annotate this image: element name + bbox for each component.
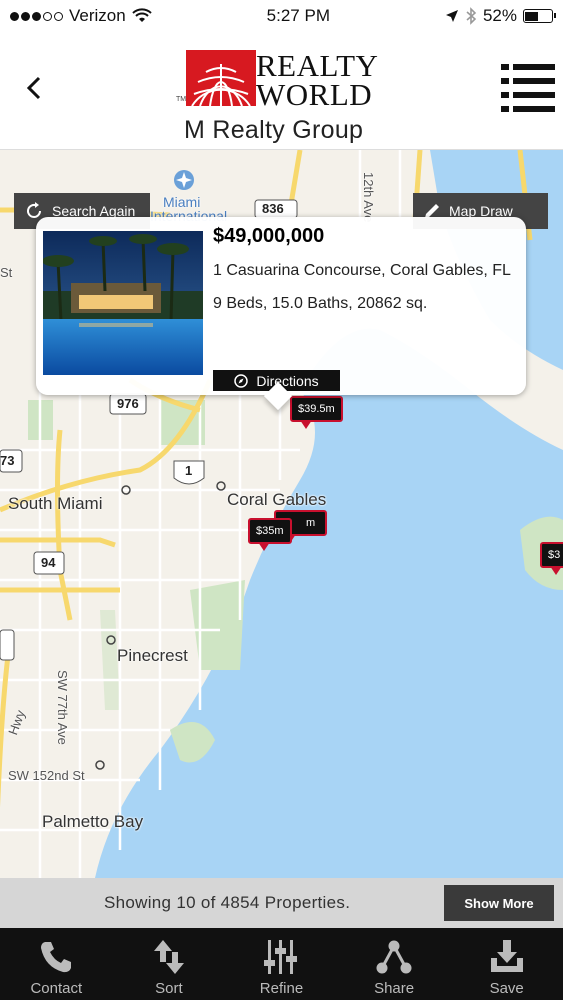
price-pin-label: $3 [548,549,561,561]
location-arrow-icon [445,10,458,22]
tab-label: Contact [30,980,83,997]
label-palmetto-bay: Palmetto Bay [42,812,144,831]
tab-sort[interactable]: Sort [113,928,226,1000]
bottom-tab-bar: Contact Sort Refine Share Save [0,928,563,1000]
signal-dots-icon [10,11,63,21]
shield-73: 73 [0,453,15,468]
listing-details: 9 Beds, 15.0 Baths, 20862 sq. [213,295,428,312]
price-pin[interactable]: $35m [248,518,292,551]
price-pin-label: m [306,517,316,529]
shield-94: 94 [41,555,56,570]
directions-button[interactable]: Directions [213,370,340,391]
price-pin-label: $39.5m [298,403,335,415]
chevron-left-icon [26,76,41,100]
tab-save[interactable]: Save [450,928,563,1000]
carrier-label: Verizon [69,6,126,25]
download-icon [490,940,523,972]
tab-contact[interactable]: Contact [0,928,113,1000]
tab-label: Refine [259,980,304,997]
shield-976: 976 [117,396,139,411]
globe-logo-icon [186,50,256,106]
logo-subtitle: M Realty Group [184,116,364,144]
logo-word-world: WORLD [256,77,373,112]
clock: 5:27 PM [266,6,330,25]
label-coral-gables: Coral Gables [227,490,327,509]
wifi-icon [132,8,152,22]
price-pin[interactable]: $39.5m [290,396,343,429]
label-south-miami: South Miami [8,494,103,513]
back-button[interactable] [18,68,50,108]
label-st: St [0,265,13,280]
label-sw77-ave: SW 77th Ave [55,670,70,745]
share-icon [376,940,412,974]
status-right: 52% [445,6,556,26]
battery-percent: 52% [482,6,517,25]
tab-refine[interactable]: Refine [225,928,338,1000]
compass-icon [234,373,249,388]
sort-arrows-icon [153,940,184,974]
sliders-icon [264,940,298,974]
menu-button[interactable] [501,62,555,116]
label-12th-ave: 12th Ave [361,172,376,223]
realty-world-logo: TM REALTY WORLD M Realty Group [176,46,386,146]
shield-836: 836 [262,201,284,216]
list-menu-icon [501,64,555,112]
property-callout[interactable]: $49,000,000 1 Casuarina Concourse, Coral… [36,217,526,395]
listing-address: 1 Casuarina Concourse, Coral Gables, FL [213,262,511,279]
directions-label: Directions [256,372,319,389]
battery-icon [522,9,556,23]
property-photo[interactable] [43,231,203,375]
app-header: TM REALTY WORLD M Realty Group [0,32,563,150]
show-more-label: Show More [464,895,534,911]
trademark-label: TM [176,96,187,103]
phone-icon [41,942,72,973]
tab-label: Share [374,980,415,997]
tab-label: Sort [155,980,183,997]
tab-share[interactable]: Share [338,928,451,1000]
listing-price: $49,000,000 [213,225,325,247]
price-pin-label: $35m [256,525,284,537]
show-more-button[interactable]: Show More [444,885,554,921]
status-bar: Verizon 5:27 PM 52% [0,0,563,32]
property-map[interactable]: South Miami Coral Gables Pinecrest Palme… [0,150,563,878]
status-left: Verizon [10,6,152,26]
results-info-bar: Showing 10 of 4854 Properties. Show More [0,878,563,928]
price-pin[interactable]: $3 [540,542,563,575]
label-pinecrest: Pinecrest [117,646,188,665]
results-count-text: Showing 10 of 4854 Properties. [104,893,351,912]
label-sw152-st: SW 152nd St [8,768,85,783]
shield-1: 1 [185,463,193,478]
tab-label: Save [489,980,524,997]
bluetooth-icon [466,7,477,25]
